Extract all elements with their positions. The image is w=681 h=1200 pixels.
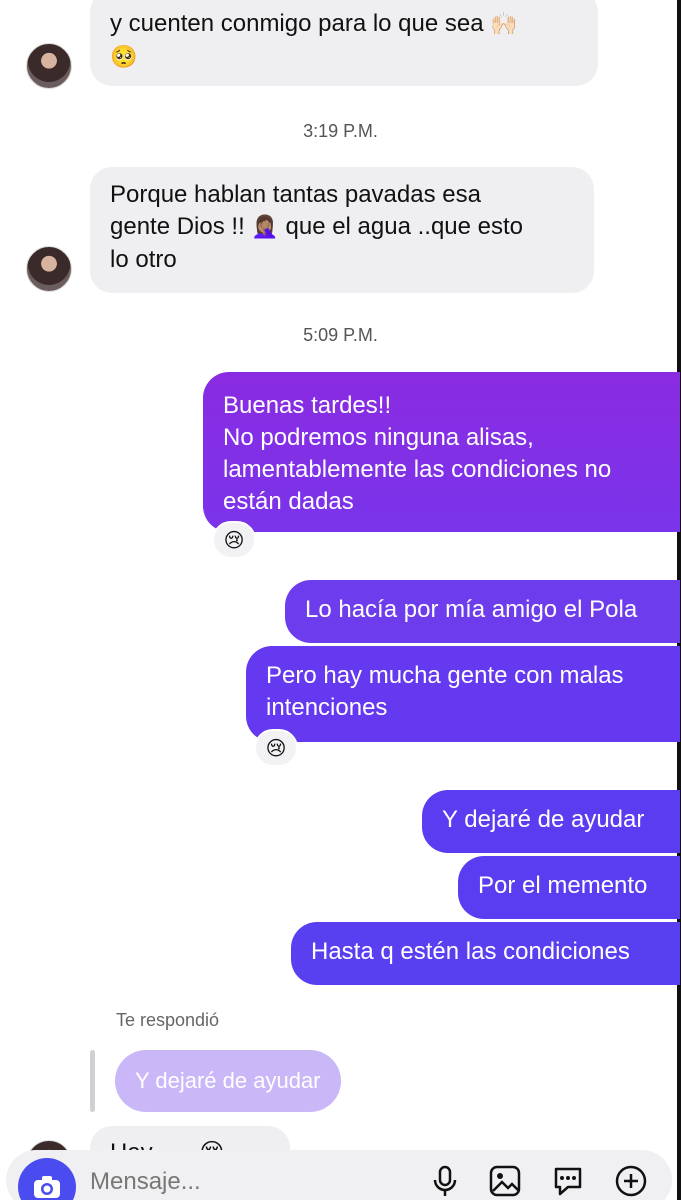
raised-hands-emoji: 🙌🏻 [490, 12, 518, 37]
message-text-line: Por el memento [478, 872, 648, 899]
reply-label: Te respondió [116, 1010, 220, 1030]
outgoing-message[interactable]: Y dejaré de ayudar [422, 790, 680, 853]
message-text-line: gente Dios !! [110, 213, 245, 240]
pleading-face-emoji: 🥺 [110, 45, 138, 70]
image-icon[interactable] [488, 1164, 522, 1198]
message-text-line: Hasta q estén las condiciones [311, 938, 630, 965]
reaction-crying-emoji[interactable]: 😢 [212, 521, 256, 559]
outgoing-message[interactable]: Hasta q estén las condiciones [291, 922, 680, 985]
timestamp: 5:09 P.M. [303, 325, 378, 345]
reaction-crying-emoji[interactable]: 😢 [254, 729, 298, 767]
message-text-line: lamentablemente las condiciones no [223, 456, 612, 483]
camera-icon [34, 1176, 60, 1198]
message-text-line: Y dejaré de ayudar [442, 806, 645, 833]
timestamp: 3:19 P.M. [303, 121, 378, 141]
avatar[interactable] [26, 43, 72, 89]
message-text-line: Porque hablan tantas pavadas esa [110, 181, 481, 208]
plus-icon[interactable] [614, 1164, 648, 1198]
message-text-line: lo otro [110, 246, 177, 273]
message-text-line: que el agua ..que esto [285, 213, 524, 240]
microphone-icon[interactable] [428, 1164, 462, 1198]
message-text-line: intenciones [266, 694, 388, 721]
message-text: y cuenten conmigo para lo que sea [110, 10, 484, 37]
message-input[interactable]: Mensaje... [90, 1168, 201, 1196]
outgoing-message[interactable]: Lo hacía por mía amigo el Pola [285, 580, 680, 643]
outgoing-message[interactable]: Pero hay mucha gente con malas intencion… [246, 646, 680, 742]
avatar[interactable] [26, 246, 72, 292]
facepalm-emoji: 🤦🏽‍♀️ [251, 215, 279, 240]
message-text-line: No podremos ninguna alisas, [223, 424, 534, 451]
incoming-message[interactable]: y cuenten conmigo para lo que sea 🙌🏻 🥺 [90, 0, 598, 86]
message-text-line: están dadas [223, 488, 354, 515]
sticker-icon[interactable] [551, 1164, 585, 1198]
message-text-line: Lo hacía por mía amigo el Pola [305, 596, 638, 623]
quoted-message[interactable]: Y dejaré de ayudar [115, 1050, 341, 1112]
incoming-message[interactable]: Porque hablan tantas pavadas esa gente D… [90, 167, 594, 293]
outgoing-message[interactable]: Por el memento [458, 856, 680, 919]
outgoing-message[interactable]: Buenas tardes!! No podremos ninguna alis… [203, 372, 680, 532]
message-text-line: Buenas tardes!! [223, 392, 392, 419]
reply-indicator-bar [90, 1050, 95, 1112]
message-text-line: Pero hay mucha gente con malas [266, 662, 624, 689]
